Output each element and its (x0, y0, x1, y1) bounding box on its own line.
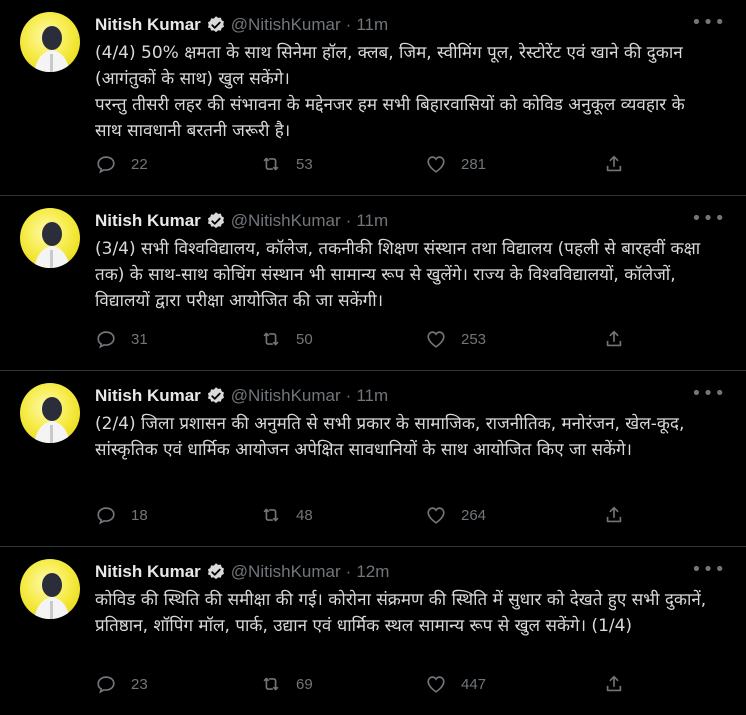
timeline-feed: Nitish Kumar @NitishKumar · 11m ••• (4/4… (0, 0, 746, 715)
tweet-time[interactable]: 11m (356, 386, 388, 406)
tweet-actions: 22 53 281 (95, 153, 635, 181)
retweet-count: 53 (296, 155, 313, 173)
retweet-count: 69 (296, 675, 313, 693)
reply-icon (97, 156, 115, 174)
author-name[interactable]: Nitish Kumar (95, 386, 201, 406)
like-button[interactable]: 264 (425, 504, 486, 526)
reply-button[interactable]: 22 (95, 153, 148, 175)
more-icon[interactable]: ••• (691, 14, 726, 32)
separator-dot: · (345, 386, 352, 405)
like-icon (427, 676, 445, 693)
tweet[interactable]: Nitish Kumar @NitishKumar · 11m ••• (3/4… (0, 196, 746, 371)
tweet-time[interactable]: 11m (356, 15, 388, 35)
retweet-icon (263, 677, 279, 691)
like-count: 253 (461, 330, 487, 348)
tweet-text: (2/4) जिला प्रशासन की अनुमति से सभी प्रक… (95, 411, 716, 463)
reply-count: 18 (131, 506, 148, 524)
verified-badge-icon (206, 15, 226, 35)
reply-count: 31 (131, 330, 148, 348)
share-icon (606, 155, 622, 172)
like-icon (427, 156, 445, 173)
like-icon (427, 507, 445, 524)
share-button[interactable] (603, 673, 639, 695)
verified-badge-icon (206, 386, 226, 406)
more-icon[interactable]: ••• (691, 561, 726, 579)
reply-button[interactable]: 31 (95, 328, 148, 350)
author-handle[interactable]: @NitishKumar (231, 562, 341, 582)
retweet-button[interactable]: 50 (260, 328, 313, 350)
share-icon (606, 675, 622, 692)
reply-icon (97, 507, 115, 525)
verified-badge-icon (206, 562, 226, 582)
tweet-text-line: (4/4) 50% क्षमता के साथ सिनेमा हॉल, क्लब… (95, 43, 683, 89)
share-button[interactable] (603, 153, 639, 175)
separator-dot: · (345, 562, 352, 581)
tweet-header: Nitish Kumar @NitishKumar · 11m ••• (95, 385, 726, 407)
like-count: 264 (461, 506, 487, 524)
tweet-text-line: कोविड की स्थिति की समीक्षा की गई। कोरोना… (95, 590, 707, 636)
author-handle[interactable]: @NitishKumar (231, 15, 341, 35)
reply-button[interactable]: 23 (95, 673, 148, 695)
tweet[interactable]: Nitish Kumar @NitishKumar · 11m ••• (4/4… (0, 0, 746, 196)
share-icon (606, 506, 622, 523)
avatar[interactable] (20, 208, 80, 268)
share-button[interactable] (603, 328, 639, 350)
like-count: 447 (461, 675, 487, 693)
like-count: 281 (461, 155, 487, 173)
tweet-time[interactable]: 11m (356, 211, 388, 231)
tweet[interactable]: Nitish Kumar @NitishKumar · 11m ••• (2/4… (0, 371, 746, 547)
tweet-text: (4/4) 50% क्षमता के साथ सिनेमा हॉल, क्लब… (95, 40, 716, 144)
separator-dot: · (345, 211, 352, 230)
like-icon (427, 331, 445, 348)
author-name[interactable]: Nitish Kumar (95, 211, 201, 231)
author-handle[interactable]: @NitishKumar (231, 386, 341, 406)
author-name[interactable]: Nitish Kumar (95, 15, 201, 35)
reply-count: 22 (131, 155, 148, 173)
separator-dot: · (345, 15, 352, 34)
retweet-icon (263, 157, 279, 171)
like-button[interactable]: 281 (425, 153, 486, 175)
tweet[interactable]: Nitish Kumar @NitishKumar · 12m ••• कोवि… (0, 547, 746, 715)
tweet-text-line: (2/4) जिला प्रशासन की अनुमति से सभी प्रक… (95, 414, 685, 460)
like-button[interactable]: 447 (425, 673, 486, 695)
retweet-button[interactable]: 69 (260, 673, 313, 695)
tweet-text-line: परन्तु तीसरी लहर की संभावना के मद्देनजर … (95, 95, 685, 141)
retweet-button[interactable]: 48 (260, 504, 313, 526)
share-button[interactable] (603, 504, 639, 526)
reply-count: 23 (131, 675, 148, 693)
tweet-time[interactable]: 12m (356, 562, 389, 582)
tweet-actions: 31 50 253 (95, 328, 635, 356)
retweet-icon (263, 332, 279, 346)
tweet-text: (3/4) सभी विश्वविद्यालय, कॉलेज, तकनीकी श… (95, 236, 716, 314)
avatar[interactable] (20, 12, 80, 72)
author-handle[interactable]: @NitishKumar (231, 211, 341, 231)
retweet-count: 50 (296, 330, 313, 348)
tweet-text: कोविड की स्थिति की समीक्षा की गई। कोरोना… (95, 587, 716, 639)
reply-icon (97, 676, 115, 694)
reply-icon (97, 331, 115, 349)
verified-badge-icon (206, 211, 226, 231)
more-icon[interactable]: ••• (691, 385, 726, 403)
retweet-button[interactable]: 53 (260, 153, 313, 175)
avatar[interactable] (20, 383, 80, 443)
retweet-icon (263, 508, 279, 522)
like-button[interactable]: 253 (425, 328, 486, 350)
more-icon[interactable]: ••• (691, 210, 726, 228)
avatar[interactable] (20, 559, 80, 619)
tweet-header: Nitish Kumar @NitishKumar · 11m ••• (95, 14, 726, 36)
tweet-text-line: (3/4) सभी विश्वविद्यालय, कॉलेज, तकनीकी श… (95, 239, 701, 311)
tweet-header: Nitish Kumar @NitishKumar · 12m ••• (95, 561, 726, 583)
share-icon (606, 330, 622, 347)
tweet-actions: 23 69 447 (95, 673, 635, 701)
tweet-header: Nitish Kumar @NitishKumar · 11m ••• (95, 210, 726, 232)
reply-button[interactable]: 18 (95, 504, 148, 526)
author-name[interactable]: Nitish Kumar (95, 562, 201, 582)
tweet-actions: 18 48 264 (95, 504, 635, 532)
retweet-count: 48 (296, 506, 313, 524)
